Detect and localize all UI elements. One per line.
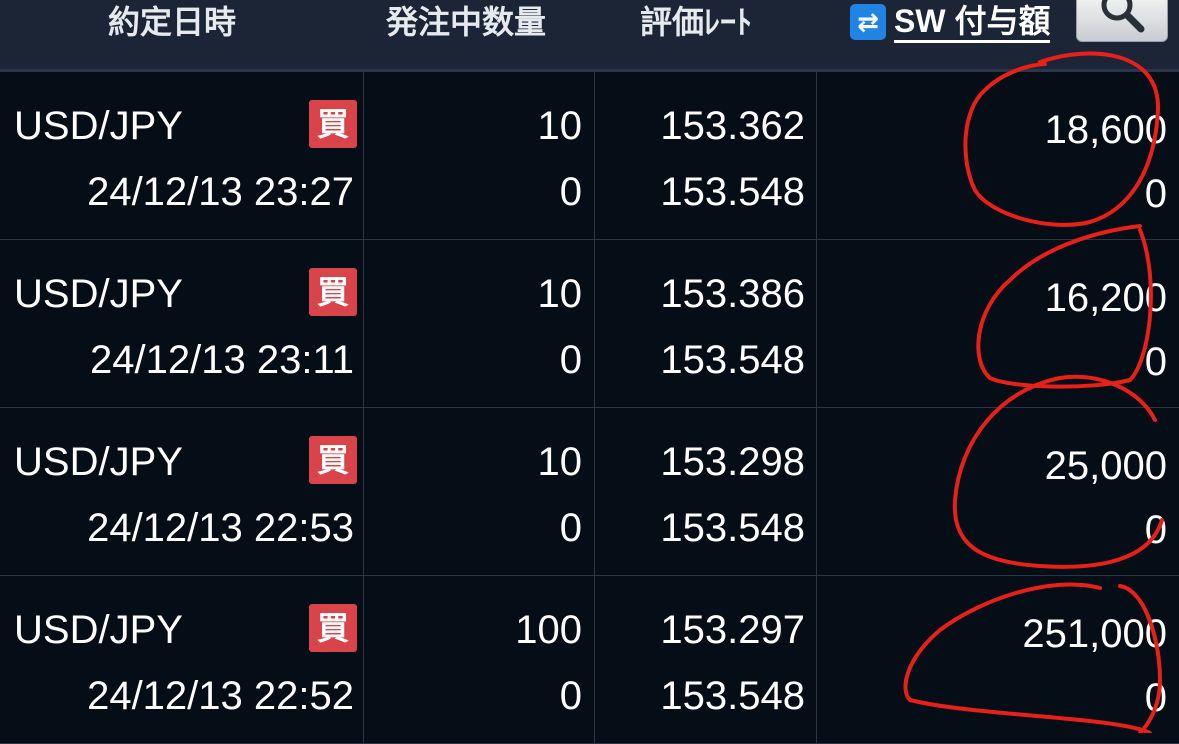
swap-amount-sub: 0 xyxy=(1144,508,1167,552)
column-divider xyxy=(363,240,364,408)
search-button[interactable] xyxy=(1076,0,1168,42)
buy-badge: 買 xyxy=(309,268,357,316)
column-header-swap[interactable]: SW 付与額 xyxy=(894,2,1051,43)
swap-amount: 251,000 xyxy=(1022,612,1167,656)
swap-toggle-icon[interactable]: ⇄ xyxy=(850,4,886,40)
swap-amount-sub: 0 xyxy=(1144,676,1167,720)
search-icon xyxy=(1101,0,1145,33)
column-divider xyxy=(816,576,817,744)
column-header-swap-wrap[interactable]: ⇄ SW 付与額 xyxy=(850,0,1051,44)
eval-rate: 153.548 xyxy=(660,506,805,550)
quantity: 10 xyxy=(537,104,583,148)
quantity: 100 xyxy=(515,608,582,652)
swap-amount: 25,000 xyxy=(1044,444,1167,488)
column-header-date[interactable]: 約定日時 xyxy=(108,0,236,44)
trade-datetime: 24/12/13 22:52 xyxy=(87,674,354,718)
eval-rate: 153.548 xyxy=(660,170,805,214)
quantity: 10 xyxy=(537,272,583,316)
currency-pair: USD/JPY xyxy=(14,104,183,148)
table-row[interactable]: USD/JPY 買 24/12/13 22:52 100 0 153.297 1… xyxy=(0,576,1179,744)
pending-quantity: 0 xyxy=(559,170,582,214)
pending-quantity: 0 xyxy=(559,674,582,718)
column-divider xyxy=(363,72,364,240)
trade-datetime: 24/12/13 23:27 xyxy=(87,170,354,214)
column-divider xyxy=(363,576,364,744)
currency-pair: USD/JPY xyxy=(14,440,183,484)
table-row[interactable]: USD/JPY 買 24/12/13 22:53 10 0 153.298 15… xyxy=(0,408,1179,576)
buy-badge: 買 xyxy=(309,436,357,484)
swap-amount: 18,600 xyxy=(1044,108,1167,152)
trade-rate: 153.386 xyxy=(660,272,805,316)
currency-pair: USD/JPY xyxy=(14,272,183,316)
trade-rate: 153.297 xyxy=(660,608,805,652)
column-header-rate[interactable]: 評価ﾚｰﾄ xyxy=(640,0,752,44)
pending-quantity: 0 xyxy=(559,338,582,382)
column-divider xyxy=(363,408,364,576)
eval-rate: 153.548 xyxy=(660,338,805,382)
buy-badge: 買 xyxy=(309,100,357,148)
swap-amount-sub: 0 xyxy=(1144,172,1167,216)
currency-pair: USD/JPY xyxy=(14,608,183,652)
column-divider xyxy=(594,408,595,576)
table-row[interactable]: USD/JPY 買 24/12/13 23:11 10 0 153.386 15… xyxy=(0,240,1179,408)
column-header-pending-qty[interactable]: 発注中数量 xyxy=(386,0,546,44)
trade-datetime: 24/12/13 22:53 xyxy=(87,506,354,550)
swap-amount-sub: 0 xyxy=(1144,340,1167,384)
eval-rate: 153.548 xyxy=(660,674,805,718)
column-divider xyxy=(594,72,595,240)
trade-rate: 153.362 xyxy=(660,104,805,148)
column-divider xyxy=(594,240,595,408)
buy-badge: 買 xyxy=(309,604,357,652)
pending-quantity: 0 xyxy=(559,506,582,550)
trade-datetime: 24/12/13 23:11 xyxy=(90,338,354,382)
table-header: 約定日時 発注中数量 評価ﾚｰﾄ ⇄ SW 付与額 xyxy=(0,0,1179,72)
column-divider xyxy=(816,72,817,240)
column-divider xyxy=(594,576,595,744)
quantity: 10 xyxy=(537,440,583,484)
swap-amount: 16,200 xyxy=(1044,276,1167,320)
table-row[interactable]: USD/JPY 買 24/12/13 23:27 10 0 153.362 15… xyxy=(0,72,1179,240)
column-divider xyxy=(816,408,817,576)
trade-rate: 153.298 xyxy=(660,440,805,484)
column-divider xyxy=(816,240,817,408)
